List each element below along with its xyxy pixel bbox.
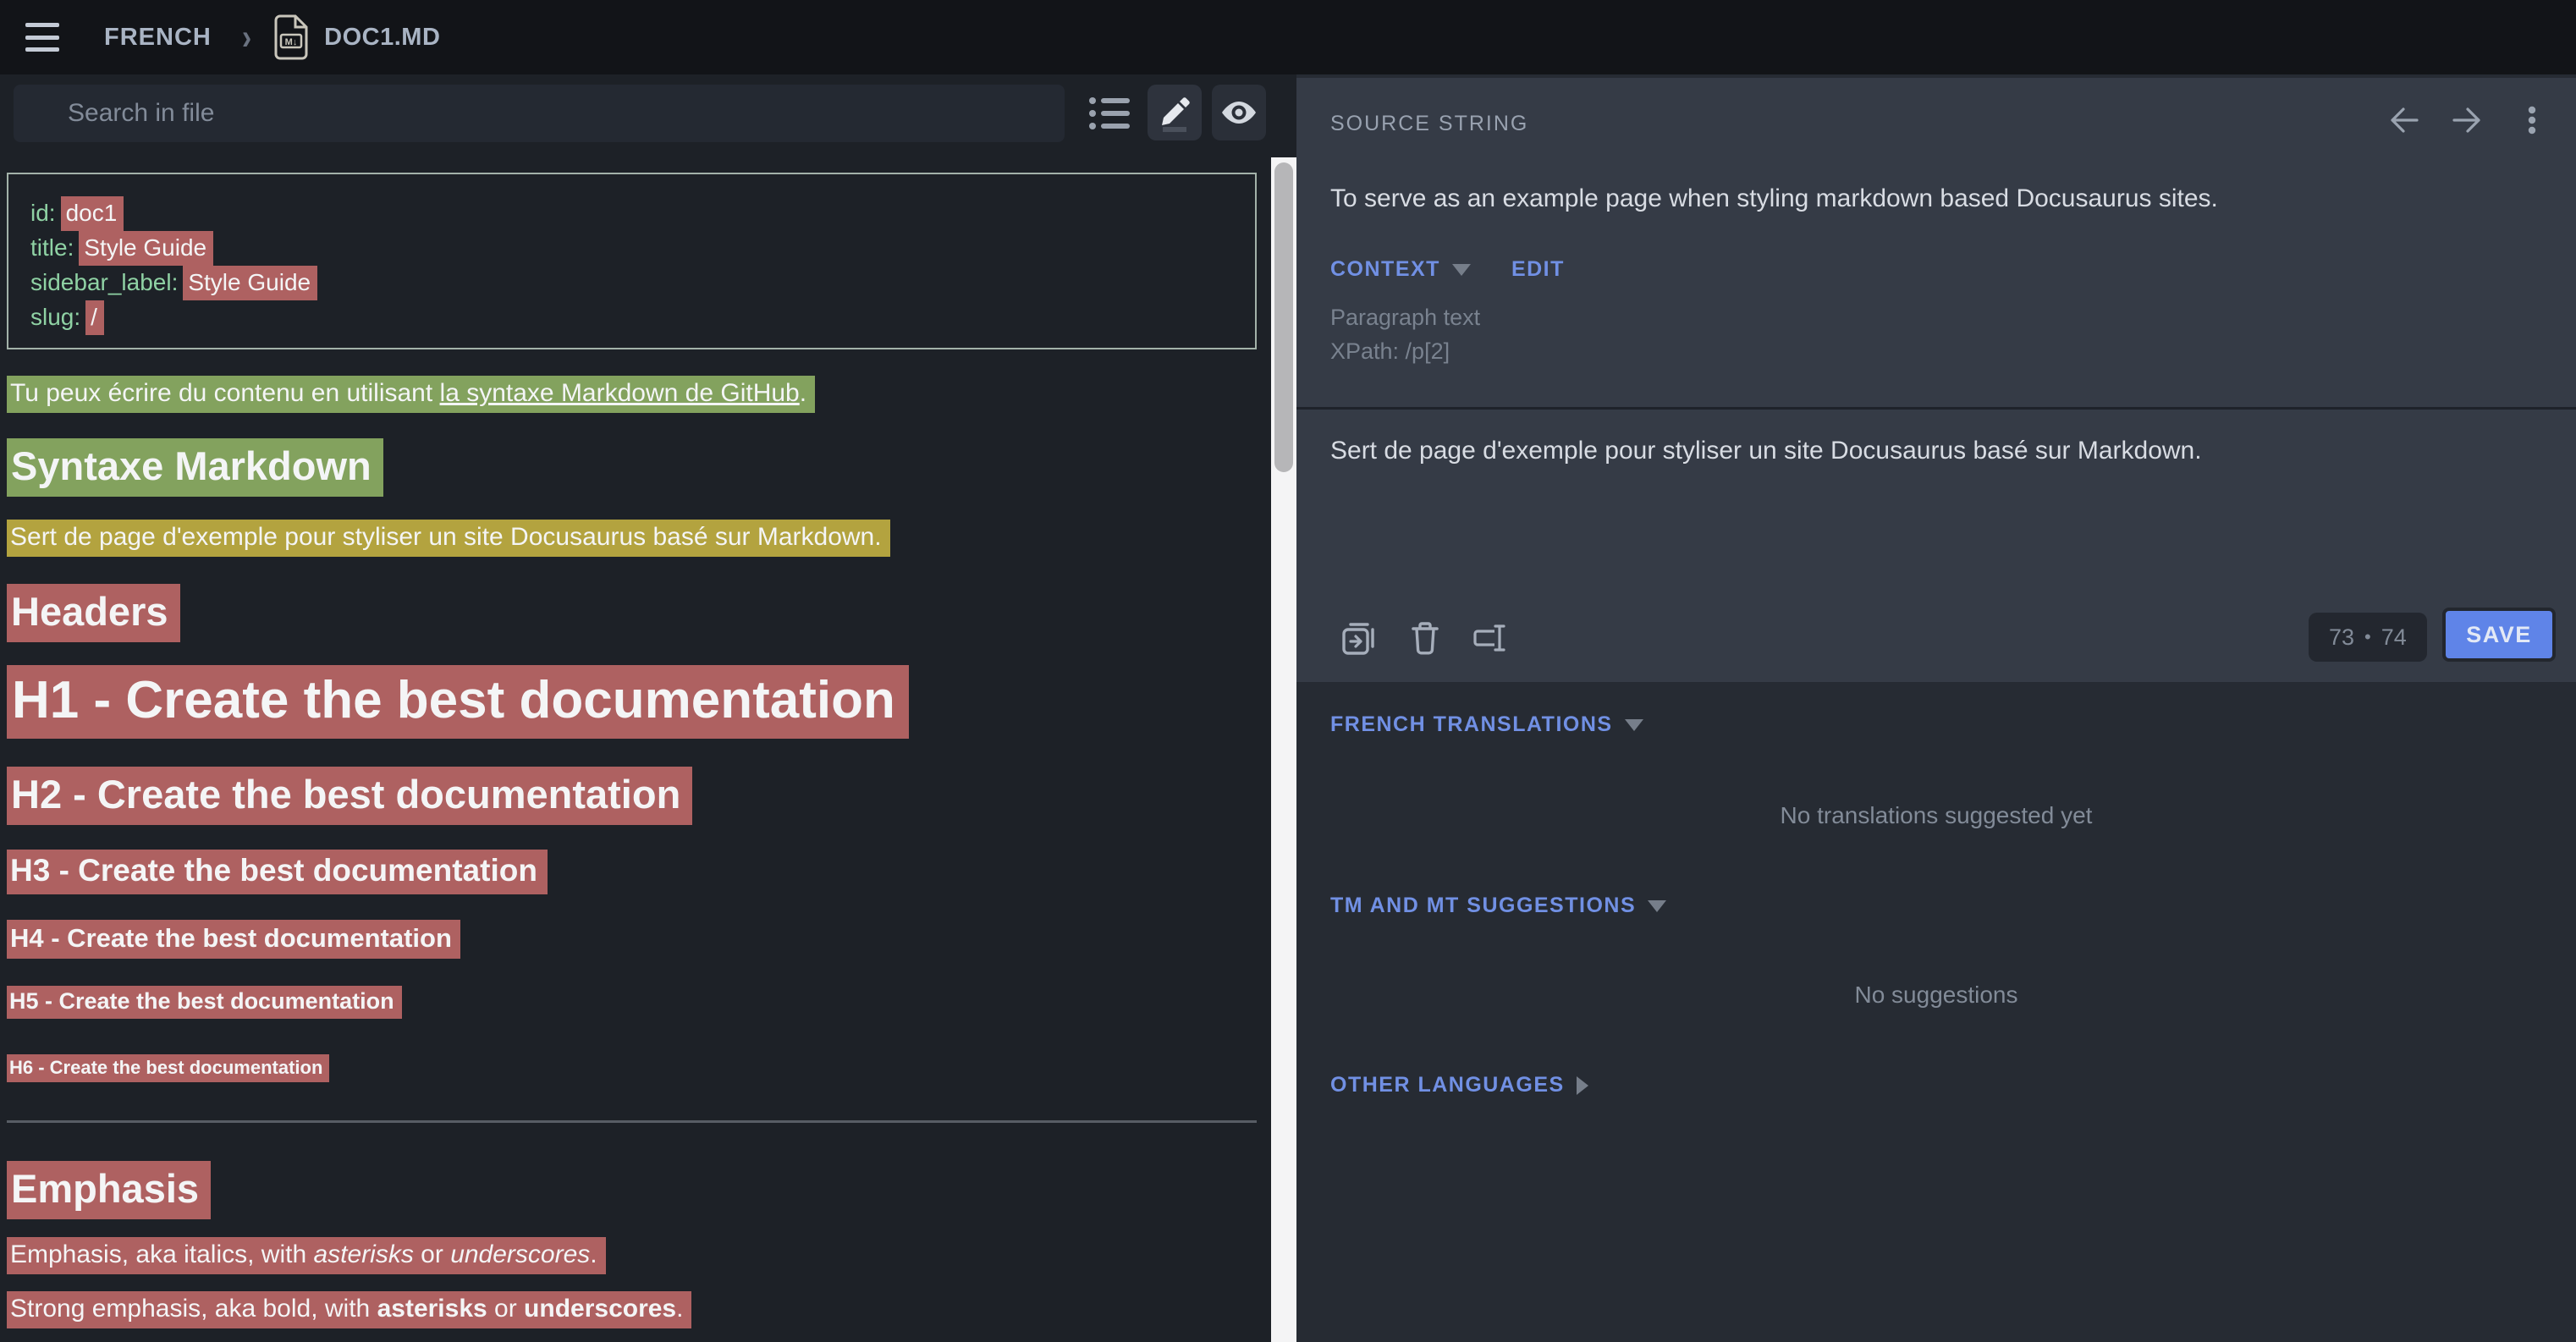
chevron-down-icon [1452, 264, 1471, 276]
translatable-string[interactable]: Style Guide [183, 266, 317, 300]
breadcrumb-project[interactable]: FRENCH [104, 24, 212, 52]
translatable-string[interactable]: Strong emphasis, aka bold, with asterisk… [7, 1291, 691, 1328]
frontmatter-block: id:doc1 title:Style Guide sidebar_label:… [7, 173, 1257, 349]
french-translations-empty: No translations suggested yet [1296, 802, 2576, 829]
paragraph-emphasis-italic: Emphasis, aka italics, with asterisks or… [7, 1237, 606, 1274]
heading-headers: Headers [7, 584, 180, 642]
document-preview: id:doc1 title:Style Guide sidebar_label:… [0, 157, 1271, 1342]
preview-mode-button[interactable] [1212, 85, 1266, 140]
edit-pencil-icon [1155, 93, 1194, 132]
heading-h4: H4 - Create the best documentation [7, 920, 460, 959]
chevron-down-icon [1625, 719, 1643, 731]
translatable-string[interactable]: Tu peux écrire du contenu en utilisant l… [7, 376, 815, 413]
save-button[interactable]: SAVE [2442, 608, 2556, 662]
document-pane: id:doc1 title:Style Guide sidebar_label:… [0, 74, 1296, 1342]
heading-syntaxe-markdown: Syntaxe Markdown [7, 438, 383, 497]
translatable-string[interactable]: Emphasis, aka italics, with asterisks or… [7, 1237, 606, 1274]
section-tm-mt-suggestions[interactable]: TM AND MT SUGGESTIONS [1330, 894, 1666, 918]
paragraph-emphasis-bold: Strong emphasis, aka bold, with asterisk… [7, 1291, 691, 1328]
translatable-string[interactable]: doc1 [61, 196, 124, 231]
heading-h5: H5 - Create the best documentation [7, 986, 402, 1019]
translatable-string[interactable]: H3 - Create the best documentation [7, 850, 548, 894]
context-type: Paragraph text [1330, 305, 1480, 331]
translatable-string[interactable]: Style Guide [79, 231, 213, 266]
more-vert-icon[interactable] [2512, 100, 2552, 140]
translatable-string[interactable]: / [85, 300, 104, 335]
translatable-string[interactable]: Headers [7, 584, 180, 642]
search-input[interactable] [14, 85, 1065, 142]
section-french-translations[interactable]: FRENCH TRANSLATIONS [1330, 712, 1643, 737]
chevron-down-icon [1648, 900, 1666, 912]
char-count-badge: 73 • 74 [2309, 613, 2427, 662]
heading-h3: H3 - Create the best documentation [7, 850, 548, 894]
file-toolbar [0, 74, 1296, 157]
horizontal-rule [7, 1120, 1257, 1123]
arrow-forward-icon[interactable] [2447, 100, 2488, 140]
trash-icon[interactable] [1405, 618, 1445, 658]
tm-mt-empty: No suggestions [1296, 982, 2576, 1009]
translatable-string[interactable]: H1 - Create the best documentation [7, 665, 909, 739]
heading-h6: H6 - Create the best documentation [7, 1054, 329, 1082]
selected-string[interactable]: Sert de page d'exemple pour styliser un … [7, 520, 890, 557]
frontmatter-line: id:doc1 [30, 196, 1233, 231]
heading-emphasis: Emphasis [7, 1161, 211, 1219]
string-list-icon[interactable] [1087, 90, 1134, 137]
edit-mode-button[interactable] [1148, 85, 1202, 140]
text-field-cursor-icon[interactable] [1469, 618, 1510, 658]
translation-panel: SOURCE STRING To serve as an exam [1296, 74, 2576, 1342]
breadcrumb-file: DOC1.MD [324, 24, 440, 52]
markdown-syntax-link[interactable]: la syntaxe Markdown de GitHub [440, 379, 800, 407]
chevron-right-icon [1577, 1076, 1588, 1095]
heading-h2: H2 - Create the best documentation [7, 767, 692, 825]
paragraph-intro: Tu peux écrire du contenu en utilisant l… [7, 376, 815, 413]
source-string-text: To serve as an example page when styling… [1330, 184, 2525, 213]
top-app-bar: FRENCH › M↓ DOC1.MD [0, 0, 2576, 74]
frontmatter-line: slug:/ [30, 300, 1233, 335]
arrow-back-icon[interactable] [2383, 100, 2424, 140]
translatable-string[interactable]: H4 - Create the best documentation [7, 920, 460, 959]
copy-insert-icon[interactable] [1339, 618, 1379, 658]
section-other-languages[interactable]: OTHER LANGUAGES [1330, 1073, 1588, 1097]
document-scrollbar-thumb[interactable] [1274, 162, 1293, 472]
heading-h1: H1 - Create the best documentation [7, 665, 909, 739]
translation-editor[interactable]: Sert de page d'exemple pour styliser un … [1330, 437, 2525, 465]
context-xpath: XPath: /p[2] [1330, 338, 1450, 365]
context-controls: CONTEXT EDIT [1330, 257, 1565, 282]
frontmatter-line: sidebar_label:Style Guide [30, 266, 1233, 300]
translatable-string[interactable]: Emphasis [7, 1161, 211, 1219]
document-scrollbar-track[interactable] [1271, 157, 1296, 1342]
svg-text:M↓: M↓ [285, 37, 298, 47]
translatable-string[interactable]: H2 - Create the best documentation [7, 767, 692, 825]
edit-context-button[interactable]: EDIT [1511, 257, 1565, 282]
translatable-string[interactable]: H6 - Create the best documentation [7, 1054, 329, 1082]
paragraph-selected: Sert de page d'exemple pour styliser un … [7, 520, 890, 557]
markdown-file-icon: M↓ [273, 14, 309, 60]
frontmatter-line: title:Style Guide [30, 231, 1233, 266]
hamburger-icon[interactable] [25, 23, 59, 52]
context-toggle[interactable]: CONTEXT [1330, 257, 1440, 282]
source-string-title: SOURCE STRING [1330, 112, 1528, 136]
eye-icon [1218, 91, 1260, 134]
translatable-string[interactable]: Syntaxe Markdown [7, 438, 383, 497]
source-string-card: SOURCE STRING To serve as an exam [1296, 78, 2576, 682]
editor-divider [1296, 407, 2576, 410]
translatable-string[interactable]: H5 - Create the best documentation [7, 986, 402, 1019]
string-navigation [2383, 100, 2552, 140]
